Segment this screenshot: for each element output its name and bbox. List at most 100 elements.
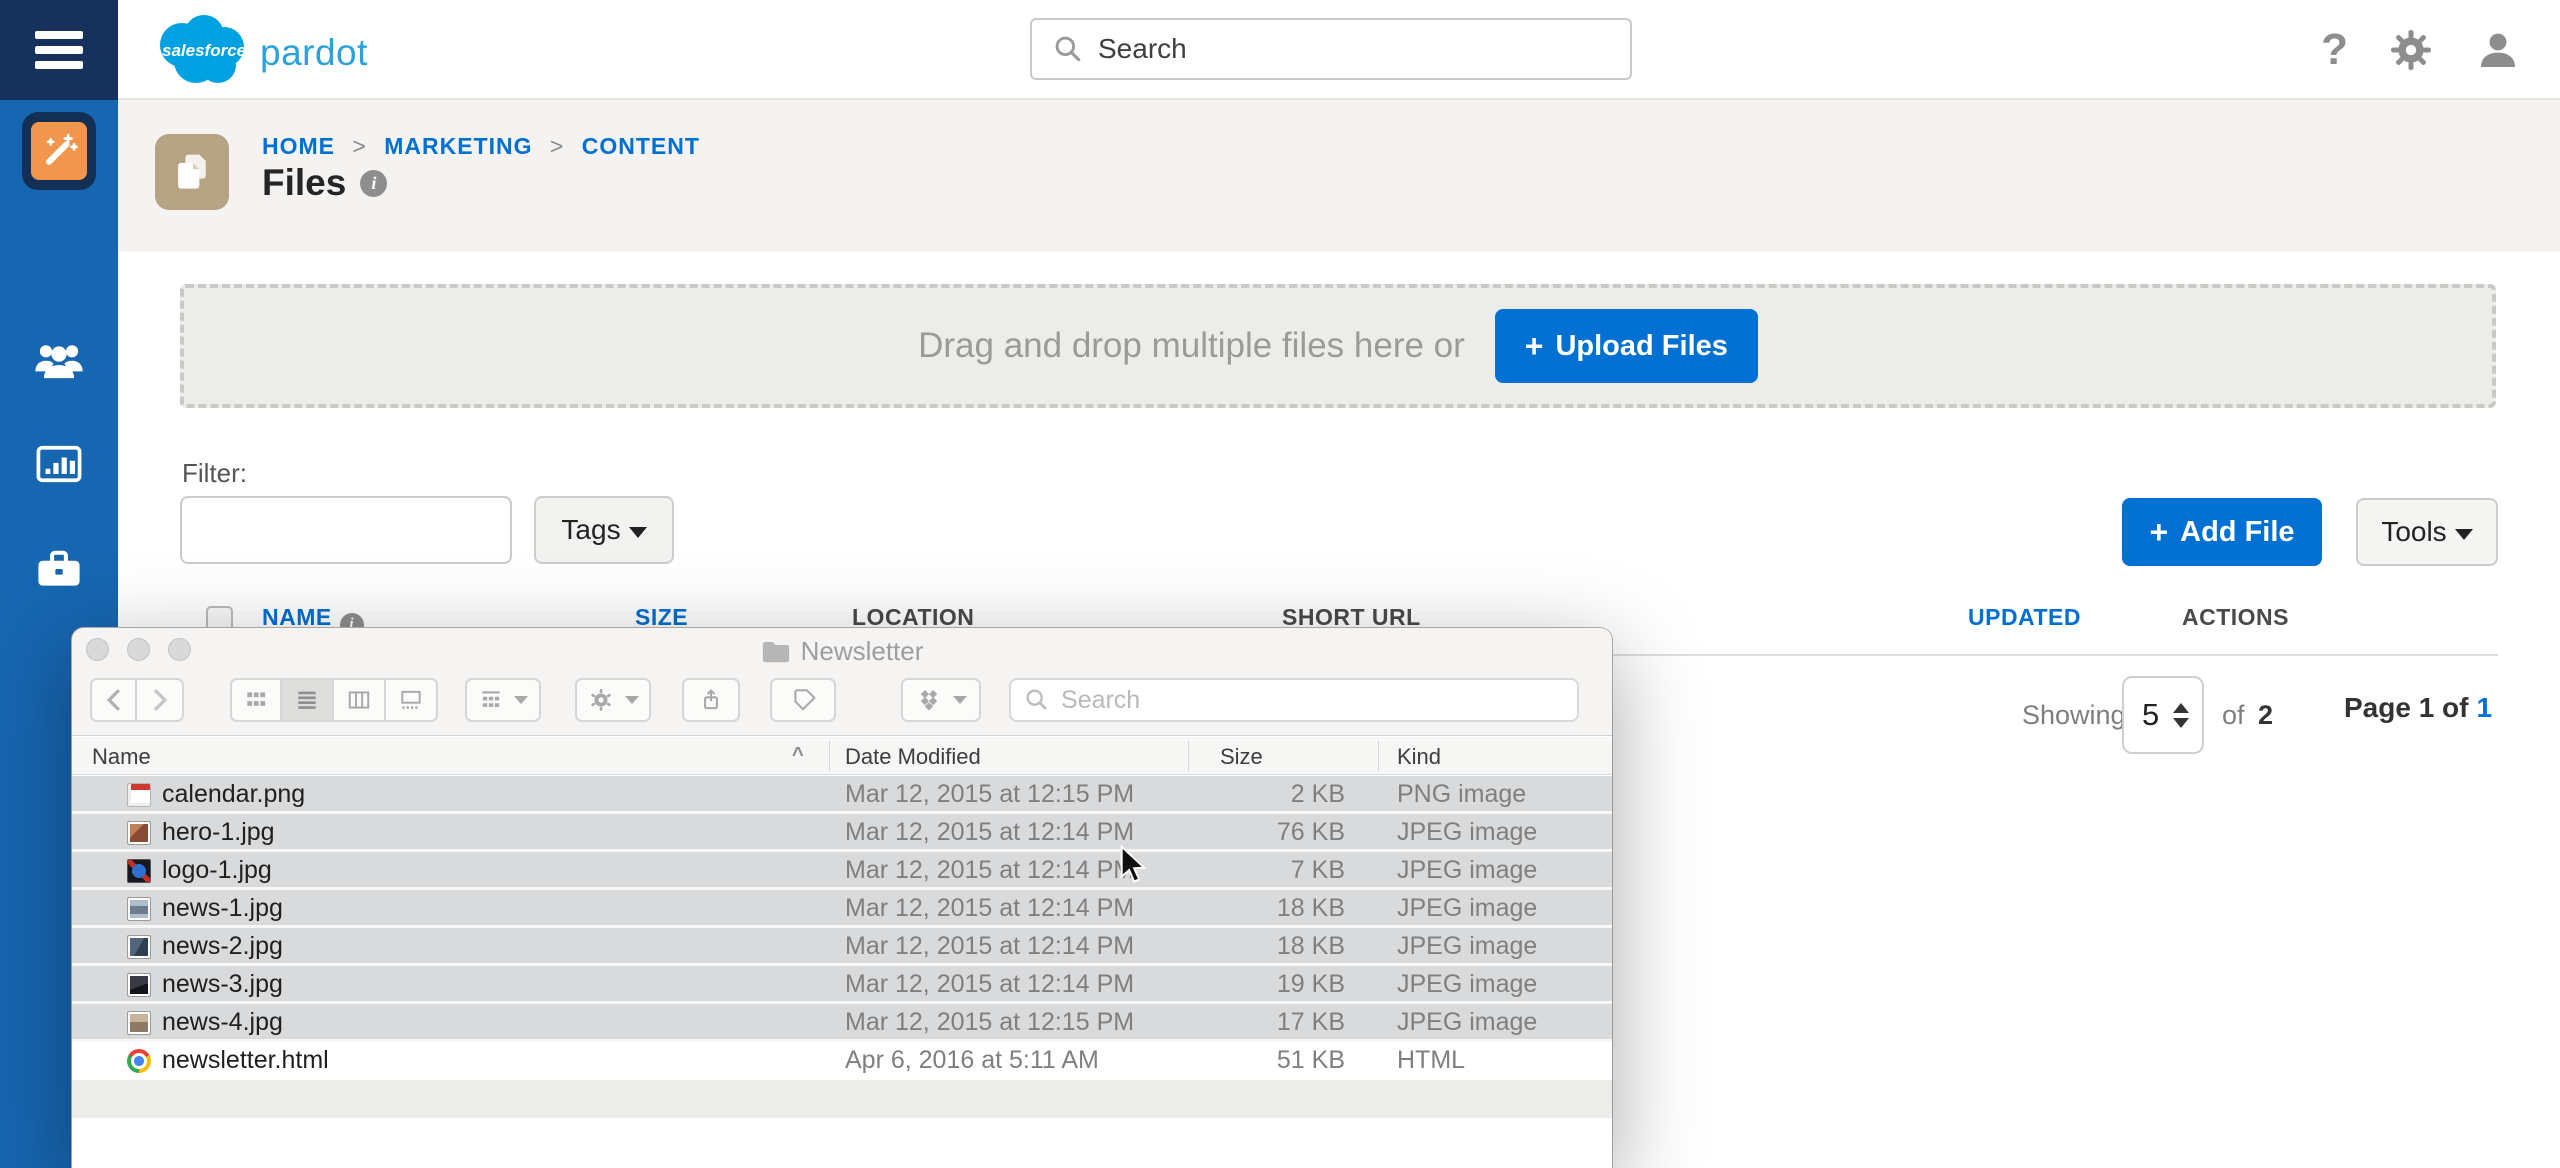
add-file-button[interactable]: + Add File — [2122, 498, 2322, 566]
breadcrumb-home[interactable]: HOME — [262, 133, 335, 159]
minimize-window-icon[interactable] — [127, 638, 150, 661]
pardot-wordmark: pardot — [260, 32, 368, 74]
breadcrumb-content[interactable]: CONTENT — [582, 133, 700, 159]
help-icon[interactable]: ? — [2321, 25, 2348, 75]
back-button[interactable] — [90, 678, 137, 722]
plus-icon: + — [2149, 514, 2168, 551]
finder-file-row[interactable]: logo-1.jpg Mar 12, 2015 at 12:14 PM 7 KB… — [72, 852, 1612, 890]
column-header-updated[interactable]: UPDATED — [1968, 604, 2081, 631]
finder-column-kind[interactable]: Kind — [1397, 744, 1441, 770]
list-view-button[interactable] — [282, 678, 334, 722]
finder-search-placeholder: Search — [1061, 686, 1140, 715]
close-window-icon[interactable] — [86, 638, 109, 661]
screen: salesforce pardot Search ? — [0, 0, 2560, 1168]
stepper-down-icon[interactable] — [2173, 718, 2189, 728]
finder-window[interactable]: Newsletter — [72, 628, 1612, 1168]
drop-zone-text: Drag and drop multiple files here or — [918, 326, 1465, 366]
finder-file-row[interactable]: calendar.png Mar 12, 2015 at 12:15 PM 2 … — [72, 776, 1612, 814]
arrange-button[interactable] — [465, 678, 541, 722]
file-kind: JPEG image — [1397, 970, 1537, 999]
file-thumbnail-icon — [127, 1049, 151, 1073]
finder-file-row[interactable]: news-3.jpg Mar 12, 2015 at 12:14 PM 19 K… — [72, 966, 1612, 1004]
sidebar-item-prospects[interactable] — [0, 332, 118, 386]
file-name: news-2.jpg — [162, 932, 283, 961]
file-kind: HTML — [1397, 1046, 1465, 1075]
file-date-modified: Mar 12, 2015 at 12:14 PM — [845, 970, 1134, 999]
file-kind: PNG image — [1397, 780, 1526, 809]
file-size: 17 KB — [1192, 1008, 1345, 1037]
file-kind: JPEG image — [1397, 932, 1537, 961]
file-date-modified: Mar 12, 2015 at 12:14 PM — [845, 818, 1134, 847]
coverflow-view-button[interactable] — [386, 678, 438, 722]
file-date-modified: Mar 12, 2015 at 12:15 PM — [845, 1008, 1134, 1037]
people-icon — [32, 332, 86, 386]
icon-view-button[interactable] — [230, 678, 282, 722]
finder-column-date-modified[interactable]: Date Modified — [845, 744, 981, 770]
plus-icon: + — [1525, 328, 1544, 365]
page-info-icon[interactable]: i — [360, 170, 387, 197]
search-icon — [1023, 686, 1051, 714]
folder-icon — [761, 639, 791, 665]
hamburger-menu-button[interactable] — [0, 0, 118, 100]
finder-column-name[interactable]: Name — [92, 744, 151, 770]
file-kind: JPEG image — [1397, 818, 1537, 847]
finder-file-row[interactable]: hero-1.jpg Mar 12, 2015 at 12:14 PM 76 K… — [72, 814, 1612, 852]
empty-row-stripe — [72, 1080, 1612, 1118]
file-thumbnail-icon — [127, 935, 151, 959]
drag-drop-zone[interactable]: Drag and drop multiple files here or + U… — [180, 284, 2496, 408]
file-thumbnail-icon — [127, 897, 151, 921]
sidebar-item-content[interactable] — [22, 112, 96, 190]
tag-button[interactable] — [770, 678, 836, 722]
finder-file-row[interactable]: news-4.jpg Mar 12, 2015 at 12:15 PM 17 K… — [72, 1004, 1612, 1042]
filter-input[interactable] — [180, 496, 512, 564]
bar-chart-icon — [33, 438, 85, 490]
showing-label: Showing — [2022, 700, 2126, 731]
action-gear-button[interactable] — [575, 678, 651, 722]
page-title: Files — [262, 162, 346, 204]
share-button[interactable] — [682, 678, 740, 722]
column-header-size[interactable]: SIZE — [635, 604, 688, 631]
user-profile-icon[interactable] — [2474, 26, 2522, 74]
finder-file-row[interactable]: news-2.jpg Mar 12, 2015 at 12:14 PM 18 K… — [72, 928, 1612, 966]
chevron-down-icon — [514, 696, 528, 704]
file-kind: JPEG image — [1397, 894, 1537, 923]
per-page-stepper[interactable]: 5 — [2122, 676, 2204, 754]
dropbox-button[interactable] — [901, 678, 981, 722]
tags-dropdown-button[interactable]: Tags — [534, 496, 674, 564]
file-size: 18 KB — [1192, 932, 1345, 961]
finder-file-row[interactable]: news-1.jpg Mar 12, 2015 at 12:14 PM 18 K… — [72, 890, 1612, 928]
sidebar-item-reports[interactable] — [0, 438, 118, 490]
chevron-down-icon — [953, 696, 967, 704]
page-1-link[interactable]: 1 — [2476, 692, 2492, 723]
global-search-input[interactable]: Search — [1030, 18, 1632, 80]
column-header-actions: ACTIONS — [2182, 604, 2289, 631]
filter-label: Filter: — [182, 458, 247, 489]
settings-gear-icon[interactable] — [2388, 27, 2434, 73]
forward-button[interactable] — [137, 678, 184, 722]
file-name: news-4.jpg — [162, 1008, 283, 1037]
finder-titlebar[interactable]: Newsletter — [72, 628, 1612, 736]
stepper-up-icon[interactable] — [2173, 703, 2189, 713]
sidebar-item-admin[interactable] — [0, 543, 118, 595]
finder-column-size[interactable]: Size — [1220, 744, 1263, 770]
zoom-window-icon[interactable] — [168, 638, 191, 661]
briefcase-icon — [33, 543, 85, 595]
column-view-button[interactable] — [334, 678, 386, 722]
file-date-modified: Mar 12, 2015 at 12:14 PM — [845, 894, 1134, 923]
file-date-modified: Mar 12, 2015 at 12:15 PM — [845, 780, 1134, 809]
per-page-value: 5 — [2142, 697, 2159, 733]
breadcrumb-separator: > — [550, 133, 564, 159]
finder-search-input[interactable]: Search — [1009, 678, 1579, 722]
breadcrumb-marketing[interactable]: MARKETING — [384, 133, 532, 159]
file-name: hero-1.jpg — [162, 818, 275, 847]
file-thumbnail-icon — [127, 973, 151, 997]
upload-files-button[interactable]: + Upload Files — [1495, 309, 1758, 383]
file-size: 76 KB — [1192, 818, 1345, 847]
magic-wand-icon — [39, 131, 79, 171]
column-header-short-url: SHORT URL — [1282, 604, 1421, 631]
file-size: 18 KB — [1192, 894, 1345, 923]
finder-list-header: Name ^ Date Modified Size Kind — [72, 737, 1612, 775]
finder-file-row[interactable]: newsletter.html Apr 6, 2016 at 5:11 AM 5… — [72, 1042, 1612, 1080]
tools-dropdown-button[interactable]: Tools — [2356, 498, 2498, 566]
file-size: 2 KB — [1192, 780, 1345, 809]
